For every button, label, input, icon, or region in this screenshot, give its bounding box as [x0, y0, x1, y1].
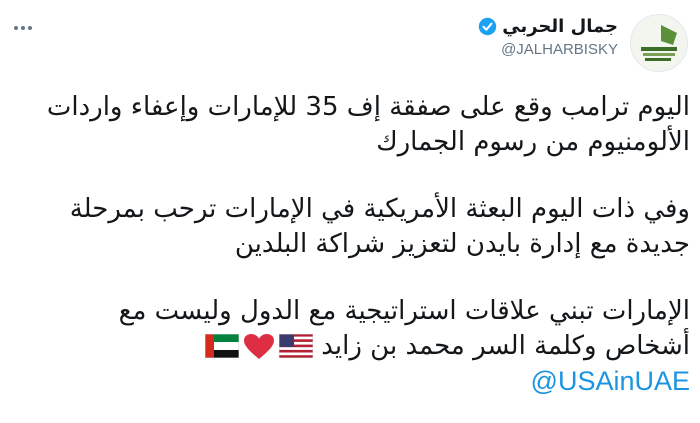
- tweet-card: جمال الحربي @JALHARBISKY اليوم ترامب وقع…: [0, 0, 700, 423]
- tweet-paragraph-3: الإمارات تبني علاقات استراتيجية مع الدول…: [30, 294, 690, 364]
- tweet-line: الإمارات تبني علاقات استراتيجية مع الدول…: [118, 296, 690, 326]
- avatar[interactable]: [630, 14, 688, 72]
- emoji-row: [205, 333, 314, 360]
- tweet-paragraph-1: اليوم ترامب وقع على صفقة إف 35 للإمارات …: [30, 90, 690, 160]
- author-handle[interactable]: @JALHARBISKY: [478, 41, 618, 58]
- tweet-line: جديدة مع إدارة بايدن لتعزيز شراكة البلدي…: [234, 229, 690, 259]
- more-dot: [14, 26, 18, 30]
- tweet-line-with-emoji: أشخاص وكلمة السر محمد بن زايد: [30, 329, 690, 364]
- tweet-line-text: أشخاص وكلمة السر محمد بن زايد: [321, 331, 690, 361]
- uae-flag-icon: [205, 333, 240, 358]
- tweet-text: اليوم ترامب وقع على صفقة إف 35 للإمارات …: [30, 90, 690, 399]
- tweet-line: اليوم ترامب وقع على صفقة إف 35 للإمارات …: [46, 92, 690, 122]
- author-name[interactable]: جمال الحربي: [502, 16, 618, 37]
- red-heart-icon: [244, 333, 275, 359]
- tweet-paragraph-2: وفي ذات اليوم البعثة الأمريكية في الإمار…: [30, 192, 690, 262]
- more-options-icon[interactable]: [14, 26, 32, 30]
- us-flag-icon: [279, 333, 314, 358]
- more-dot: [21, 26, 25, 30]
- tweet-line: الألومنيوم من رسوم الجمارك: [376, 127, 690, 157]
- tweet-line: وفي ذات اليوم البعثة الأمريكية في الإمار…: [69, 194, 690, 224]
- author-block: جمال الحربي @JALHARBISKY: [478, 16, 618, 58]
- author-name-row: جمال الحربي: [478, 16, 618, 37]
- verified-badge-icon: [479, 17, 497, 36]
- mention-link[interactable]: @USAinUAE: [30, 364, 690, 399]
- more-dot: [28, 26, 32, 30]
- profile-avatar-icon: [631, 15, 687, 71]
